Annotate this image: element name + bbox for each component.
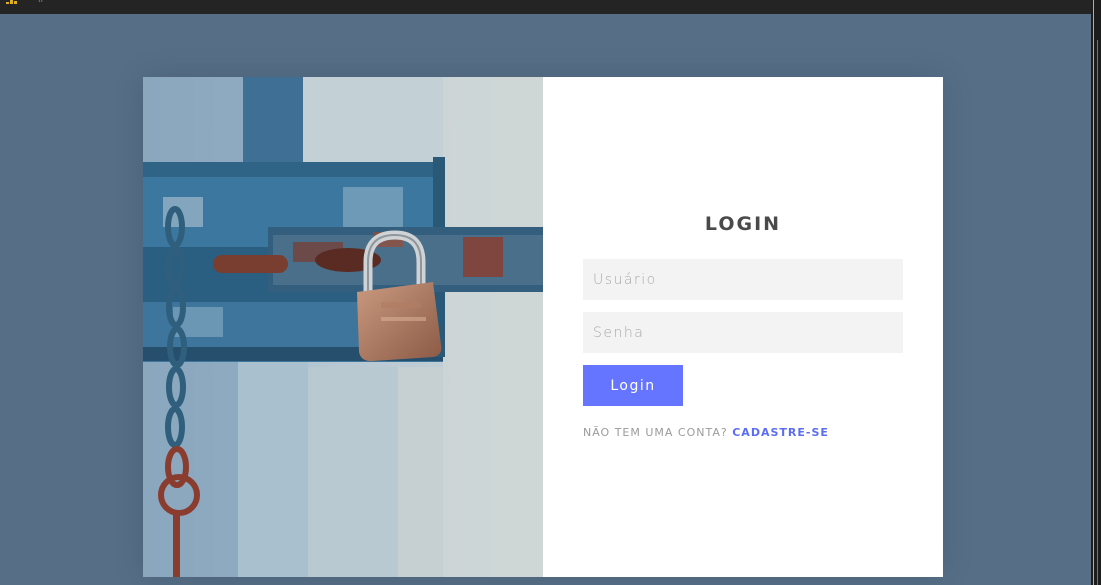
signup-link[interactable]: CADASTRE-SE <box>732 426 829 439</box>
editor-side-strip <box>1091 0 1101 585</box>
username-input[interactable] <box>583 259 903 300</box>
password-input[interactable] <box>583 312 903 353</box>
padlock-door-photo <box>143 77 543 577</box>
login-form-panel: LOGIN Login NÃO TEM UMA CONTA? CADASTRE-… <box>543 77 943 577</box>
app-icon <box>6 0 20 4</box>
menu-dots-icon: ·· <box>38 0 44 6</box>
login-button[interactable]: Login <box>583 365 683 406</box>
login-card: LOGIN Login NÃO TEM UMA CONTA? CADASTRE-… <box>143 77 943 577</box>
login-title: LOGIN <box>704 213 782 235</box>
signup-row: NÃO TEM UMA CONTA? CADASTRE-SE <box>583 426 829 439</box>
signup-prompt: NÃO TEM UMA CONTA? <box>583 426 728 439</box>
window-top-bar: ·· <box>0 0 1091 14</box>
